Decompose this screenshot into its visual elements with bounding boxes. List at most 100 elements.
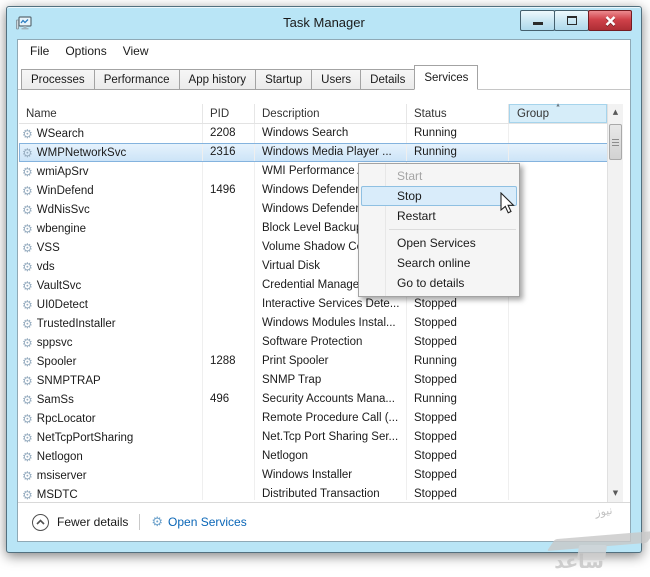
table-row-wbengine[interactable]: ⚙wbengineBlock Level Backup Engine...Sto… <box>19 219 623 238</box>
footer-bar: Fewer details ⚙ Open Services <box>18 502 630 541</box>
minimize-button[interactable] <box>520 10 555 31</box>
table-body: ⚙ WSearch 2208 Windows Search Running ⚙ WMPNet… <box>19 124 623 500</box>
service-gear-icon: ⚙ <box>22 202 33 217</box>
table-row-windefend[interactable]: ⚙WinDefend1496Windows Defender ServiceRu… <box>19 181 623 200</box>
table-row-samss[interactable]: ⚙ SamSs 496 Security Accounts Mana... Runnin… <box>19 390 623 409</box>
service-description: Distributed Transaction <box>255 485 407 500</box>
table-row-wsearch[interactable]: ⚙ WSearch 2208 Windows Search Running <box>19 124 623 143</box>
service-status: Running <box>407 390 509 409</box>
service-group <box>509 200 607 219</box>
menu-item-options[interactable]: Options <box>57 41 114 61</box>
tab-services[interactable]: Services <box>414 65 479 90</box>
tab-performance[interactable]: Performance <box>93 69 180 90</box>
mouse-cursor <box>500 192 515 214</box>
scrollbar-thumb[interactable] <box>609 124 622 160</box>
tab-details[interactable]: Details <box>360 69 416 90</box>
service-status: Stopped <box>407 333 509 352</box>
tab-processes[interactable]: Processes <box>21 69 95 90</box>
service-pid: 1496 <box>203 181 255 200</box>
context-menu-item-search-online[interactable]: Search online <box>361 253 517 273</box>
column-header-pid[interactable]: PID <box>203 104 255 123</box>
scroll-down-icon[interactable]: ▼ <box>608 486 623 501</box>
service-name-cell: ⚙ WinDefend <box>19 181 203 200</box>
service-gear-icon: ⚙ <box>22 183 33 198</box>
service-group <box>509 409 607 428</box>
table-row-rpclocator[interactable]: ⚙ RpcLocator Remote Procedure Call (... Sto… <box>19 409 623 428</box>
table-row-vds[interactable]: ⚙vdsVirtual DiskStopped <box>19 257 623 276</box>
task-manager-window: Task Manager File Options View Processes Pe… <box>6 6 642 553</box>
tab-app-history[interactable]: App history <box>178 69 257 90</box>
open-services-link[interactable]: ⚙ Open Services <box>151 515 246 529</box>
service-name: RpcLocator <box>36 412 96 425</box>
service-gear-icon: ⚙ <box>22 335 33 350</box>
table-row-sppsvc[interactable]: ⚙ sppsvc Software Protection Stopped <box>19 333 623 352</box>
service-status: Stopped <box>407 409 509 428</box>
context-menu-item-restart[interactable]: Restart <box>361 206 517 226</box>
open-services-label: Open Services <box>168 515 247 529</box>
table-row-vaultsvc[interactable]: ⚙VaultSvcCredential ManagerStopped <box>19 276 623 295</box>
service-gear-icon: ⚙ <box>22 468 33 483</box>
table-header: Name PID Description Status ▲ Group <box>19 103 623 124</box>
table-row-nettcpportsharing[interactable]: ⚙ NetTcpPortSharing Net.Tcp Port Sharing S… <box>19 428 623 447</box>
service-name: vds <box>36 260 55 273</box>
service-gear-icon: ⚙ <box>22 297 33 312</box>
service-name: MSDTC <box>36 488 78 501</box>
service-group <box>509 162 607 181</box>
vertical-scrollbar[interactable]: ▲ ▼ <box>607 104 623 502</box>
table-row-wmpnetworksvc[interactable]: ⚙ WMPNetworkSvc 2316 Windows Media Player .… <box>19 143 623 162</box>
service-name: VSS <box>36 241 60 254</box>
column-header-status[interactable]: Status <box>407 104 509 123</box>
close-button[interactable] <box>588 10 632 31</box>
service-name-cell: ⚙ vds <box>19 257 203 276</box>
menu-item-view[interactable]: View <box>115 41 157 61</box>
service-pid <box>203 295 255 314</box>
table-row-msdtc[interactable]: ⚙ MSDTC Distributed Transaction Stopped <box>19 485 623 500</box>
service-name: sppsvc <box>36 336 73 349</box>
context-menu-item-open-services[interactable]: Open Services <box>361 233 517 253</box>
service-group <box>509 219 607 238</box>
column-header-group[interactable]: ▲ Group <box>509 103 607 123</box>
service-description: Security Accounts Mana... <box>255 390 407 409</box>
service-pid <box>203 314 255 333</box>
service-group <box>509 485 607 500</box>
service-pid <box>203 257 255 276</box>
services-table: Name PID Description Status ▲ Group ⚙ WSearch 2… <box>19 103 623 504</box>
context-menu-item-stop[interactable]: Stop <box>361 186 517 206</box>
scroll-up-icon[interactable]: ▲ <box>608 105 623 120</box>
table-row-snmptrap[interactable]: ⚙ SNMPTRAP SNMP Trap Stopped <box>19 371 623 390</box>
titlebar[interactable]: Task Manager <box>7 7 641 39</box>
service-description: Software Protection <box>255 333 407 352</box>
service-name-cell: ⚙ WdNisSvc <box>19 200 203 219</box>
table-row-wmiapsrv[interactable]: ⚙wmiApSrvWMI Performance AdapterStopped <box>19 162 623 181</box>
column-header-name[interactable]: Name <box>19 104 203 123</box>
maximize-button[interactable] <box>554 10 589 31</box>
table-row-trustedinstaller[interactable]: ⚙ TrustedInstaller Windows Modules Instal.… <box>19 314 623 333</box>
menu-item-file[interactable]: File <box>22 41 57 61</box>
column-header-description[interactable]: Description <box>255 104 407 123</box>
table-row-wdnissvc[interactable]: ⚙WdNisSvcWindows Defender Network...Stop… <box>19 200 623 219</box>
service-group <box>509 124 607 143</box>
table-row-spooler[interactable]: ⚙ Spooler 1288 Print Spooler Running <box>19 352 623 371</box>
service-status: Stopped <box>407 466 509 485</box>
tab-startup[interactable]: Startup <box>255 69 313 90</box>
service-status: Stopped <box>407 295 509 314</box>
table-row-msiserver[interactable]: ⚙ msiserver Windows Installer Stopped <box>19 466 623 485</box>
service-name: NetTcpPortSharing <box>36 431 134 444</box>
table-row-ui0detect[interactable]: ⚙ UI0Detect Interactive Services Dete... St… <box>19 295 623 314</box>
service-status: Stopped <box>407 485 509 500</box>
service-description: Windows Search <box>255 124 407 143</box>
table-row-netlogon[interactable]: ⚙ Netlogon Netlogon Stopped <box>19 447 623 466</box>
service-description: Windows Media Player ... <box>255 143 407 162</box>
service-name: Netlogon <box>36 450 83 463</box>
service-pid <box>203 276 255 295</box>
service-pid <box>203 466 255 485</box>
tab-users[interactable]: Users <box>311 69 362 90</box>
table-row-vss[interactable]: ⚙VSSVolume Shadow CopyStopped <box>19 238 623 257</box>
service-gear-icon: ⚙ <box>22 411 33 426</box>
service-group <box>509 143 607 162</box>
service-description: Windows Modules Instal... <box>255 314 407 333</box>
fewer-details-button[interactable]: Fewer details <box>32 513 128 531</box>
service-gear-icon: ⚙ <box>22 221 33 236</box>
context-menu-separator <box>389 229 516 230</box>
context-menu-item-go-to-details[interactable]: Go to details <box>361 273 517 293</box>
